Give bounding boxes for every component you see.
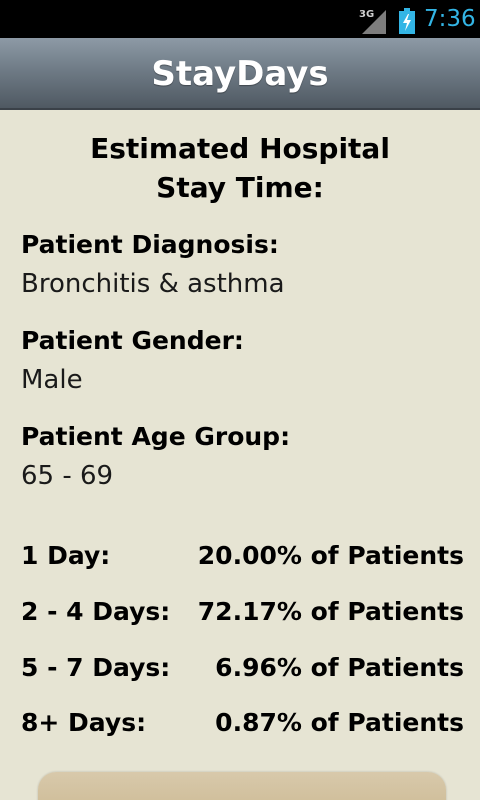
diagnosis-value: Bronchitis & asthma [21,269,285,299]
stay-percentage: 20.00% of Patients [197,541,464,570]
title-bar: StayDays [0,38,480,110]
results-heading-line1: Estimated Hospital [90,132,390,165]
bottom-action-button[interactable] [38,772,446,800]
gender-value: Male [21,365,83,395]
status-bar: 3G 7:36 [0,0,480,38]
signal-icon [362,10,386,34]
age-group-label: Patient Age Group: [21,422,291,451]
stay-range-label: 2 - 4 Days: [21,597,171,626]
app-title: StayDays [151,54,329,94]
gender-label: Patient Gender: [21,326,244,355]
stay-range-label: 1 Day: [21,541,111,570]
clock: 7:36 [424,6,476,32]
stay-range-label: 5 - 7 Days: [21,653,171,682]
stay-percentage: 6.96% of Patients [215,653,464,682]
age-group-value: 65 - 69 [21,461,114,491]
stay-percentage: 0.87% of Patients [215,708,464,737]
screen: 3G 7:36 StayDays Estimated Hospital Stay… [0,0,480,800]
diagnosis-label: Patient Diagnosis: [21,230,279,259]
stay-percentage: 72.17% of Patients [197,597,464,626]
stay-range-label: 8+ Days: [21,708,147,737]
results-heading-line2: Stay Time: [156,171,324,204]
battery-charging-icon [399,8,415,34]
